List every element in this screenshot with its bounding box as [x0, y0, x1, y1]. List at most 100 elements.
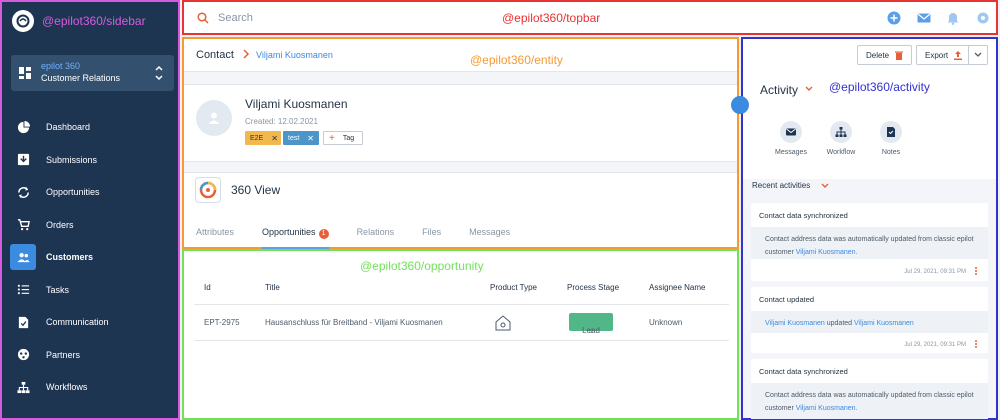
mail-icon[interactable] [917, 11, 931, 25]
sidebar-item-label: Partners [46, 349, 81, 360]
workflow-button[interactable]: Workflow [816, 121, 866, 156]
breadcrumb-current[interactable]: Viljami Kuosmanen [256, 50, 333, 60]
note-icon [880, 121, 902, 143]
sidebar-item-customers[interactable]: Customers [10, 244, 174, 270]
notes-button[interactable]: Notes [866, 121, 916, 156]
status-badge: ⌂ Lead [569, 313, 613, 335]
contact-link[interactable]: Viljami Kuosmanen [854, 320, 914, 327]
activity-card[interactable]: Contact updated Viljami Kuosmanen update… [751, 287, 988, 353]
column-header-product-type[interactable]: Product Type [490, 283, 537, 292]
column-header-title[interactable]: Title [265, 283, 280, 292]
sidebar-item-tasks[interactable]: Tasks [10, 277, 174, 303]
contact-link[interactable]: Viljami Kuosmanen. [796, 405, 858, 412]
count-badge: 1 [318, 229, 329, 239]
sidebar-item-dashboard[interactable]: Dashboard [10, 114, 174, 140]
grid-icon [19, 67, 31, 79]
tab-messages[interactable]: Messages [469, 223, 510, 249]
contact-link[interactable]: Viljami Kuosmanen [765, 320, 825, 327]
collapse-panel-handle[interactable] [731, 96, 749, 114]
contact-card: Viljami Kuosmanen Created: 12.02.2021 E2… [184, 84, 737, 162]
contact-name: Viljami Kuosmanen [245, 97, 348, 111]
view-360-section: 360 View Attributes Opportunities 1 Relat… [184, 172, 737, 249]
sidebar-item-partners[interactable]: Partners [10, 342, 174, 368]
sidebar-item-orders[interactable]: Orders [10, 212, 174, 238]
sidebar-item-label: Workflows [46, 382, 88, 392]
tab-files[interactable]: Files [422, 223, 441, 249]
view-360-title: 360 View [231, 183, 281, 197]
trash-icon [895, 51, 904, 60]
stage-label: Lead [582, 326, 600, 335]
breadcrumb: Contact Viljami Kuosmanen @epilot360/ent… [184, 39, 737, 72]
export-label: Export [925, 50, 949, 60]
column-header-id[interactable]: Id [204, 283, 211, 292]
org-subtitle: Customer Relations [41, 73, 121, 83]
cell-title: Hausanschluss für Breitband - Viljami Ku… [265, 318, 443, 327]
entity-annotation: @epilot360/entity [470, 53, 563, 67]
messages-button[interactable]: Messages [766, 121, 816, 156]
chevron-down-icon[interactable] [821, 183, 829, 189]
add-icon[interactable] [887, 11, 901, 25]
column-header-process-stage[interactable]: Process Stage [567, 283, 619, 292]
sidebar-item-label: Opportunities [46, 187, 100, 197]
search-input[interactable] [218, 10, 438, 26]
activity-card-text: updated [826, 320, 853, 327]
contact-link[interactable]: Viljami Kuosmanen. [796, 249, 858, 256]
activity-card-body: Contact address data was automatically u… [751, 383, 988, 419]
more-menu-icon[interactable] [975, 267, 978, 276]
tab-relations[interactable]: Relations [357, 223, 395, 249]
tab-attributes[interactable]: Attributes [196, 223, 234, 249]
sidebar-item-opportunities[interactable]: Opportunities [10, 179, 174, 205]
opportunity-panel: @epilot360/opportunity Id Title Product … [182, 249, 739, 420]
sidebar-item-submissions[interactable]: Submissions [10, 147, 174, 173]
add-tag-label: Tag [342, 134, 355, 142]
workflow-icon [10, 374, 36, 400]
cart-icon [10, 212, 36, 238]
notes-label: Notes [881, 149, 901, 156]
recent-activities-label[interactable]: Recent activities [752, 181, 810, 190]
people-icon [10, 244, 36, 270]
activity-card[interactable]: Contact data synchronized Contact addres… [751, 203, 988, 281]
topbar: @epilot360/topbar [182, 0, 998, 35]
sidebar-item-communication[interactable]: Communication [10, 309, 174, 335]
export-button[interactable]: Export [916, 45, 972, 65]
sidebar-item-label: Orders [46, 219, 74, 230]
sidebar-item-label: Dashboard [46, 122, 91, 132]
search-icon [197, 12, 209, 24]
sidebar-item-workflows[interactable]: Workflows [10, 374, 174, 400]
tab-label: Attributes [196, 227, 235, 237]
chevron-updown-icon [155, 65, 163, 81]
org-switcher[interactable]: epilot 360 Customer Relations [11, 55, 174, 91]
upload-icon [954, 50, 963, 60]
epilot-logo-icon[interactable] [12, 10, 34, 32]
tab-label: Opportunities [262, 227, 316, 237]
settings-icon[interactable] [976, 11, 990, 25]
org-name: epilot 360 [41, 61, 81, 71]
activity-title[interactable]: Activity [760, 83, 798, 97]
bell-icon[interactable] [946, 11, 960, 25]
breadcrumb-root[interactable]: Contact [196, 49, 234, 61]
workflow-label: Workflow [826, 149, 856, 156]
tag-test[interactable]: test ✕ [283, 131, 319, 145]
chevron-down-icon[interactable] [805, 86, 813, 92]
activity-card-title: Contact updated [759, 295, 815, 304]
more-menu-icon[interactable] [975, 340, 978, 349]
close-icon[interactable]: ✕ [271, 134, 278, 143]
export-dropdown-button[interactable] [968, 45, 988, 65]
close-icon[interactable]: ✕ [307, 134, 314, 143]
activity-card-title: Contact data synchronized [759, 367, 848, 376]
workflow-icon [830, 121, 852, 143]
tab-label: Files [422, 227, 442, 237]
table-row[interactable]: EPT-2975 Hausanschluss für Breitband - V… [194, 305, 729, 341]
activity-card[interactable]: Contact data synchronized Contact addres… [751, 359, 988, 419]
tab-opportunities[interactable]: Opportunities 1 [262, 223, 329, 249]
column-header-assignee[interactable]: Assignee Name [649, 283, 705, 292]
activity-card-title: Contact data synchronized [759, 211, 848, 220]
tab-label: Relations [356, 227, 395, 237]
delete-button[interactable]: Delete [857, 45, 913, 65]
tag-list: E2E ✕ test ✕ + Tag [245, 131, 363, 145]
activity-card-timestamp: Jul 29, 2021, 09:31 PM [904, 342, 966, 348]
tag-e2e[interactable]: E2E ✕ [245, 131, 281, 145]
add-tag-button[interactable]: + Tag [323, 131, 363, 145]
chevron-right-icon [243, 49, 250, 59]
house-network-icon [495, 315, 511, 331]
